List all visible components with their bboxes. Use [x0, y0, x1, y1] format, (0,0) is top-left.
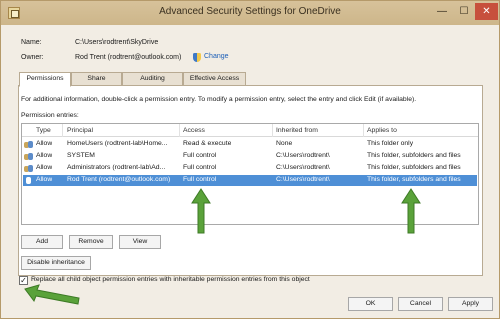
name-value: C:\Users\rodtrent\SkyDrive	[75, 39, 159, 46]
cell-inherited-from: C:\Users\rodtrent\	[276, 176, 330, 183]
advanced-security-window: Advanced Security Settings for OneDrive …	[0, 0, 500, 319]
change-owner-link[interactable]: Change	[204, 53, 229, 60]
group-icon	[24, 164, 33, 173]
maximize-button[interactable]: ☐	[453, 3, 475, 20]
table-row-selected[interactable]: Allow Rod Trent (rodtrent@outlook.com) F…	[23, 175, 477, 186]
permission-entries-label: Permission entries:	[21, 112, 79, 119]
apply-button[interactable]: Apply	[448, 297, 493, 311]
cell-inherited-from: None	[276, 140, 293, 147]
column-header-principal[interactable]: Principal	[67, 127, 93, 134]
tab-effective-access[interactable]: Effective Access	[183, 72, 246, 86]
name-label: Name:	[21, 39, 42, 46]
cell-principal: HomeUsers (rodtrent-lab\Home...	[67, 140, 168, 147]
user-icon	[24, 176, 33, 185]
remove-button[interactable]: Remove	[69, 235, 113, 249]
cell-inherited-from: C:\Users\rodtrent\	[276, 164, 330, 171]
cell-type: Allow	[36, 176, 53, 183]
column-divider[interactable]	[62, 124, 63, 137]
cell-principal: SYSTEM	[67, 152, 95, 159]
group-icon	[24, 152, 33, 161]
close-button[interactable]: ✕	[475, 3, 498, 20]
cell-access: Read & execute	[183, 140, 232, 147]
table-row[interactable]: Allow Administrators (rodtrent-lab\Ad...…	[23, 163, 477, 174]
column-divider[interactable]	[272, 124, 273, 137]
replace-child-permissions-label: Replace all child object permission entr…	[31, 276, 310, 283]
tab-share[interactable]: Share	[71, 72, 122, 86]
add-button[interactable]: Add	[21, 235, 63, 249]
cell-type: Allow	[36, 164, 53, 171]
cell-principal: Rod Trent (rodtrent@outlook.com)	[67, 176, 171, 183]
cell-applies-to: This folder, subfolders and files	[367, 164, 461, 171]
cell-type: Allow	[36, 152, 53, 159]
cancel-button[interactable]: Cancel	[398, 297, 443, 311]
tab-auditing[interactable]: Auditing	[122, 72, 183, 86]
window-title: Advanced Security Settings for OneDrive	[159, 6, 341, 17]
table-row[interactable]: Allow SYSTEM Full control C:\Users\rodtr…	[23, 151, 477, 162]
annotation-arrow-checkbox	[24, 284, 80, 305]
table-header: Type Principal Access Inherited from App…	[22, 124, 478, 137]
column-header-applies-to[interactable]: Applies to	[367, 127, 397, 134]
table-row[interactable]: Allow HomeUsers (rodtrent-lab\Home... Re…	[23, 139, 477, 150]
instructions-text: For additional information, double-click…	[21, 96, 417, 103]
column-header-access[interactable]: Access	[183, 127, 205, 134]
annotation-arrow-access	[191, 188, 211, 234]
disable-inheritance-button[interactable]: Disable inheritance	[21, 256, 91, 270]
cell-access: Full control	[183, 176, 217, 183]
cell-type: Allow	[36, 140, 53, 147]
cell-applies-to: This folder, subfolders and files	[367, 152, 461, 159]
column-header-type[interactable]: Type	[36, 127, 51, 134]
owner-label: Owner:	[21, 54, 44, 61]
minimize-button[interactable]: —	[431, 3, 453, 20]
cell-applies-to: This folder only	[367, 140, 414, 147]
column-header-inherited-from[interactable]: Inherited from	[276, 127, 318, 134]
group-icon	[24, 140, 33, 149]
view-button[interactable]: View	[119, 235, 161, 249]
column-divider[interactable]	[363, 124, 364, 137]
cell-access: Full control	[183, 164, 217, 171]
owner-value: Rod Trent (rodtrent@outlook.com)	[75, 54, 182, 61]
tab-permissions[interactable]: Permissions	[19, 72, 71, 87]
cell-access: Full control	[183, 152, 217, 159]
column-divider[interactable]	[179, 124, 180, 137]
shield-icon	[193, 53, 201, 62]
cell-inherited-from: C:\Users\rodtrent\	[276, 152, 330, 159]
ok-button[interactable]: OK	[348, 297, 393, 311]
cell-principal: Administrators (rodtrent-lab\Ad...	[67, 164, 166, 171]
annotation-arrow-applies-to	[401, 188, 421, 234]
title-bar[interactable]: Advanced Security Settings for OneDrive …	[1, 1, 499, 25]
cell-applies-to: This folder, subfolders and files	[367, 176, 461, 183]
